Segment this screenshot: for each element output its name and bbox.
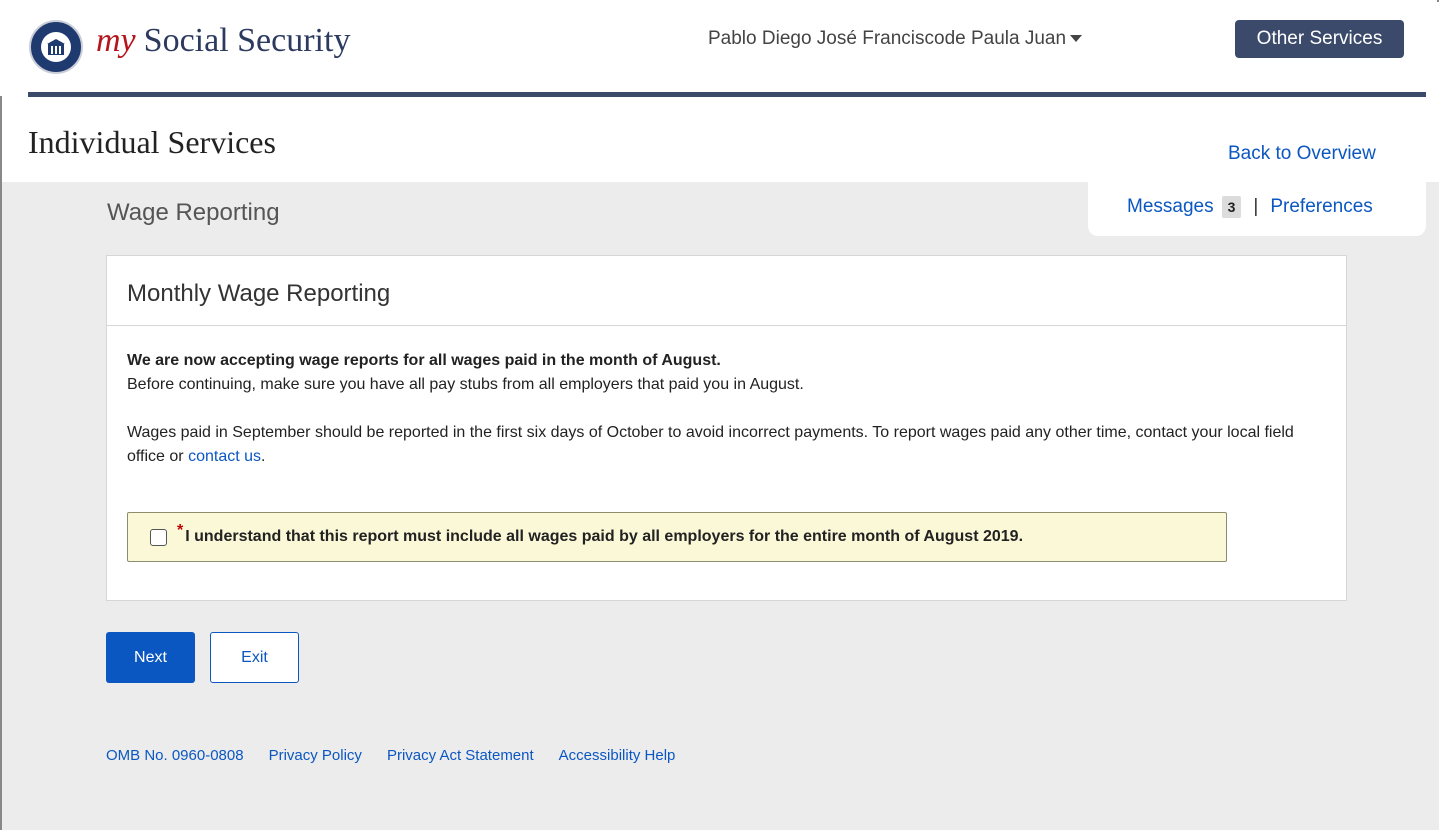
site-header: my Social Security Pablo Diego José Franc… bbox=[0, 0, 1437, 97]
brand-logo[interactable]: my Social Security bbox=[96, 22, 350, 60]
messages-count-badge: 3 bbox=[1221, 196, 1242, 218]
user-menu[interactable]: Pablo Diego José Franciscode Paula Juan bbox=[708, 28, 1083, 50]
page-heading: Wage Reporting bbox=[107, 199, 280, 226]
acknowledgement-label[interactable]: I understand that this report must inclu… bbox=[185, 528, 1023, 546]
required-marker: * bbox=[177, 522, 184, 539]
intro-paragraph: We are now accepting wage reports for al… bbox=[127, 349, 1317, 397]
brand-my: my bbox=[96, 22, 136, 59]
timing-text: Wages paid in September should be report… bbox=[127, 424, 1294, 465]
exit-button[interactable]: Exit bbox=[210, 632, 299, 683]
caret-down-icon bbox=[1070, 35, 1083, 43]
timing-paragraph: Wages paid in September should be report… bbox=[127, 421, 1317, 469]
timing-end: . bbox=[261, 448, 266, 465]
other-services-button[interactable]: Other Services bbox=[1235, 20, 1404, 58]
privacy-act-link[interactable]: Privacy Act Statement bbox=[387, 747, 534, 764]
ssa-seal-icon[interactable] bbox=[29, 20, 83, 74]
intro-line2: Before continuing, make sure you have al… bbox=[127, 376, 804, 393]
utility-separator: | bbox=[1253, 196, 1259, 217]
utility-nav: Messages 3 | Preferences bbox=[1127, 196, 1373, 218]
wage-reporting-card: Monthly Wage Reporting We are now accept… bbox=[106, 255, 1347, 601]
card-title: Monthly Wage Reporting bbox=[127, 280, 391, 307]
privacy-policy-link[interactable]: Privacy Policy bbox=[269, 747, 362, 764]
acknowledgement-box: * I understand that this report must inc… bbox=[127, 512, 1227, 562]
section-title: Individual Services bbox=[28, 124, 276, 160]
accessibility-help-link[interactable]: Accessibility Help bbox=[559, 747, 676, 764]
preferences-link[interactable]: Preferences bbox=[1270, 196, 1372, 218]
intro-lead: We are now accepting wage reports for al… bbox=[127, 352, 721, 369]
card-header: Monthly Wage Reporting bbox=[107, 256, 1346, 326]
omb-number: OMB No. 0960-0808 bbox=[106, 747, 244, 764]
brand-name: Social Security bbox=[143, 22, 351, 59]
contact-us-link[interactable]: contact us bbox=[188, 448, 261, 465]
back-to-overview-link[interactable]: Back to Overview bbox=[1228, 143, 1376, 165]
user-name: Pablo Diego José Franciscode Paula Juan bbox=[708, 28, 1067, 49]
messages-link[interactable]: Messages bbox=[1127, 196, 1214, 218]
acknowledgement-checkbox[interactable] bbox=[150, 528, 167, 546]
header-divider bbox=[28, 92, 1426, 97]
card-body: We are now accepting wage reports for al… bbox=[127, 349, 1317, 469]
eagle-building-icon bbox=[47, 39, 65, 55]
footer-links: OMB No. 0960-0808 Privacy Policy Privacy… bbox=[106, 747, 700, 764]
next-button[interactable]: Next bbox=[106, 632, 195, 683]
